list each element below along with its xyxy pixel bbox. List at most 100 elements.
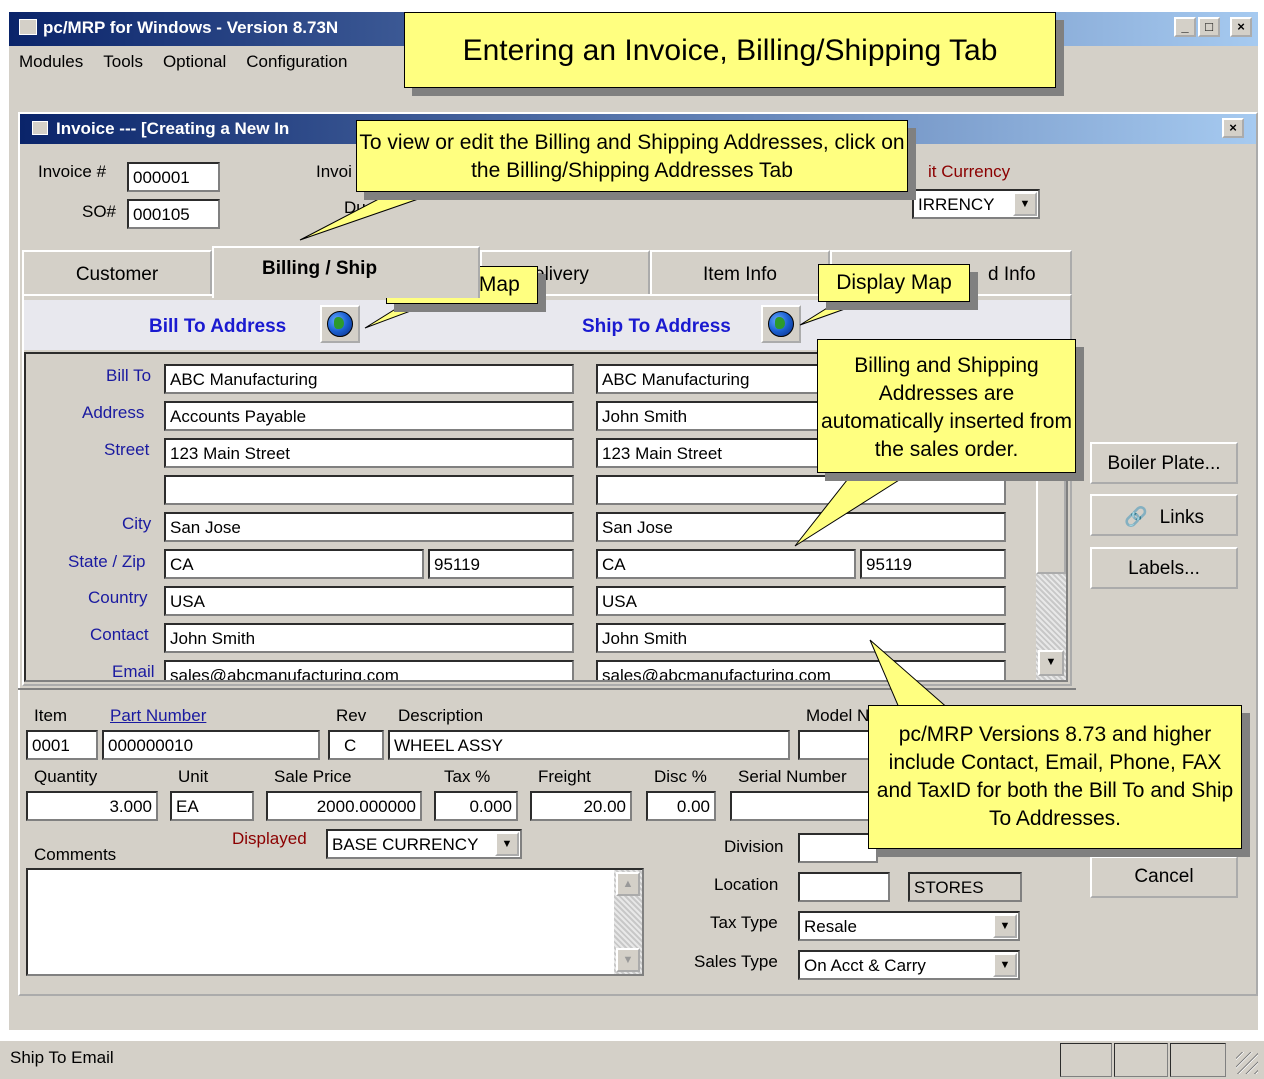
unit-label: Unit: [178, 767, 209, 786]
app-icon: [19, 19, 37, 35]
labels-button[interactable]: Labels...: [1090, 547, 1238, 589]
status-text: Ship To Email: [10, 1048, 114, 1067]
link-icon: 🔗: [1123, 507, 1148, 528]
email-label: Email: [112, 662, 155, 681]
scroll-down-icon[interactable]: ▼: [1038, 650, 1064, 676]
comments-scroll-up-icon[interactable]: ▲: [616, 872, 640, 896]
invoice-date-label: Invoi: [316, 162, 352, 181]
serial-field[interactable]: [730, 791, 880, 821]
tax-type-dropdown-icon[interactable]: ▼: [993, 914, 1017, 938]
resize-grip-icon[interactable]: [1236, 1052, 1258, 1074]
bill-email-field[interactable]: sales@abcmanufacturing.com: [164, 660, 574, 680]
window-icon: [32, 121, 48, 135]
tab-billing-shipping[interactable]: Billing / Ship: [212, 246, 480, 298]
tax-type-select[interactable]: Resale: [798, 911, 1020, 941]
sale-price-field[interactable]: 2000.000000: [266, 791, 422, 821]
division-field[interactable]: [798, 833, 878, 863]
bill-contact-field[interactable]: John Smith: [164, 623, 574, 653]
tab-customer[interactable]: Customer: [22, 250, 212, 294]
cancel-button[interactable]: Cancel: [1090, 856, 1238, 898]
sales-type-select[interactable]: On Acct & Carry: [798, 950, 1020, 980]
comments-textarea[interactable]: [26, 868, 644, 976]
tax-field[interactable]: 0.000: [434, 791, 518, 821]
displayed-dropdown-icon[interactable]: ▼: [495, 832, 519, 856]
comments-scroll-down-icon[interactable]: ▼: [616, 948, 640, 972]
currency-dropdown-icon[interactable]: ▼: [1013, 192, 1037, 216]
bill-to-label: Bill To: [106, 366, 152, 385]
disc-label: Disc %: [654, 767, 707, 786]
model-field[interactable]: [798, 730, 878, 760]
description-label: Description: [398, 706, 484, 725]
menu-modules[interactable]: Modules: [9, 46, 93, 72]
displayed-select[interactable]: BASE CURRENCY: [326, 829, 522, 859]
menu-tools[interactable]: Tools: [93, 46, 153, 72]
part-number-field[interactable]: 000000010: [102, 730, 320, 760]
bill-name-field[interactable]: ABC Manufacturing: [164, 364, 574, 394]
so-field[interactable]: 000105: [127, 199, 220, 229]
tax-type-value: Resale: [804, 917, 857, 936]
freight-label: Freight: [538, 767, 591, 786]
bill-country-field[interactable]: USA: [164, 586, 574, 616]
globe-icon: [327, 311, 353, 337]
serial-label: Serial Number: [738, 767, 847, 786]
rev-field[interactable]: C: [328, 730, 384, 760]
item-field[interactable]: 0001: [26, 730, 98, 760]
links-label: Links: [1159, 507, 1205, 528]
ship-country-field[interactable]: USA: [596, 586, 1006, 616]
currency-label: it Currency: [928, 162, 1011, 181]
close-icon[interactable]: ×: [1230, 17, 1252, 37]
invoice-number-label: Invoice #: [38, 162, 107, 181]
part-number-link[interactable]: Part Number: [110, 706, 206, 726]
maximize-icon[interactable]: □: [1198, 17, 1220, 37]
scrollbar-thumb[interactable]: [1036, 464, 1066, 574]
ship-email-field[interactable]: sales@abcmanufacturing.com: [596, 660, 1006, 680]
invoice-number-field[interactable]: 000001: [127, 162, 220, 192]
bill-zip-field[interactable]: 95119: [428, 549, 574, 579]
tax-label: Tax %: [444, 767, 491, 786]
ship-street2-field[interactable]: [596, 475, 1006, 505]
status-panel-3: [1170, 1043, 1226, 1077]
ship-city-field[interactable]: San Jose: [596, 512, 1006, 542]
division-label: Division: [724, 837, 784, 856]
tax-type-label: Tax Type: [710, 913, 778, 932]
minimize-icon[interactable]: _: [1174, 17, 1196, 37]
rev-label: Rev: [336, 706, 367, 725]
child-close-icon[interactable]: ×: [1222, 118, 1244, 138]
invoice-title: Invoice --- [Creating a New In: [56, 119, 290, 138]
bill-map-button[interactable]: [320, 305, 360, 343]
map-callout-2: Display Map: [818, 264, 970, 302]
ship-map-button[interactable]: [761, 305, 801, 343]
displayed-label: Displayed: [232, 829, 307, 848]
menu-configuration[interactable]: Configuration: [236, 46, 357, 72]
app-title: pc/MRP for Windows - Version 8.73N: [43, 18, 339, 37]
model-label: Model N: [806, 706, 870, 725]
title-callout: Entering an Invoice, Billing/Shipping Ta…: [404, 12, 1056, 88]
sales-type-dropdown-icon[interactable]: ▼: [993, 953, 1017, 977]
bill-city-field[interactable]: San Jose: [164, 512, 574, 542]
menu-optional[interactable]: Optional: [153, 46, 236, 72]
description-field[interactable]: WHEEL ASSY: [388, 730, 790, 760]
bill-street-field[interactable]: 123 Main Street: [164, 438, 574, 468]
location-field[interactable]: [798, 872, 890, 902]
ship-zip-field[interactable]: 95119: [860, 549, 1006, 579]
bill-address-field[interactable]: Accounts Payable: [164, 401, 574, 431]
disc-field[interactable]: 0.00: [646, 791, 716, 821]
ship-contact-field[interactable]: John Smith: [596, 623, 1006, 653]
tab-item-info[interactable]: Item Info: [650, 250, 830, 294]
freight-field[interactable]: 20.00: [530, 791, 632, 821]
contact-label: Contact: [90, 625, 149, 644]
boiler-plate-button[interactable]: Boiler Plate...: [1090, 442, 1238, 484]
status-panel-1: [1060, 1043, 1112, 1077]
street-label: Street: [104, 440, 150, 459]
sale-price-label: Sale Price: [274, 767, 352, 786]
currency-value: IRRENCY: [918, 195, 995, 214]
links-button[interactable]: 🔗 Links: [1090, 494, 1238, 536]
city-label: City: [122, 514, 152, 533]
quantity-label: Quantity: [34, 767, 98, 786]
unit-field[interactable]: EA: [170, 791, 254, 821]
bill-state-field[interactable]: CA: [164, 549, 424, 579]
item-label: Item: [34, 706, 68, 725]
bill-street2-field[interactable]: [164, 475, 574, 505]
ship-state-field[interactable]: CA: [596, 549, 856, 579]
quantity-field[interactable]: 3.000: [26, 791, 158, 821]
